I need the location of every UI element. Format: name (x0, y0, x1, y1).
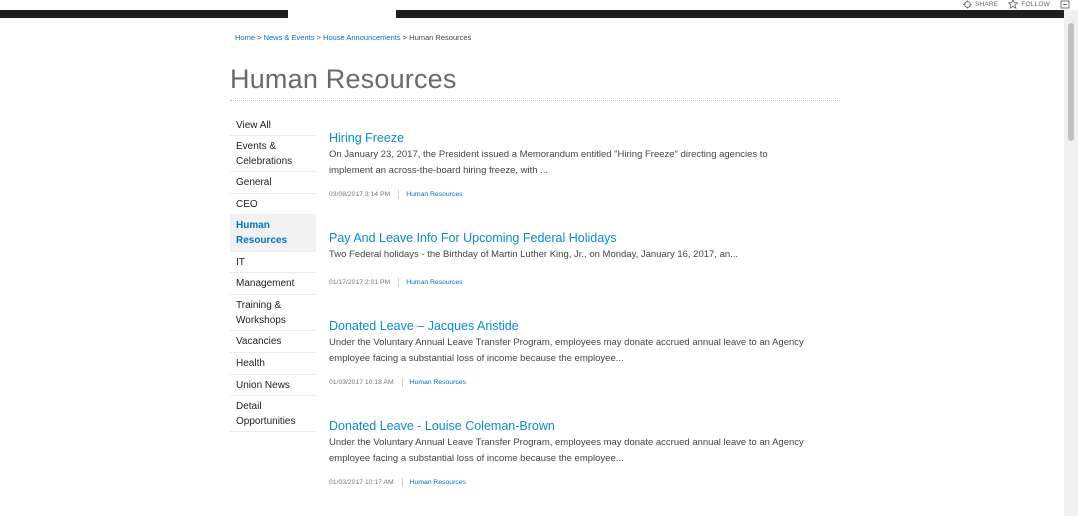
breadcrumb-home[interactable]: Home (235, 33, 255, 42)
post-category-link[interactable]: Human Resources (410, 379, 466, 386)
breadcrumb-separator: > (402, 33, 408, 42)
post-meta: 03/08/2017 3:14 PM Human Resources (329, 190, 463, 199)
post-date: 01/03/2017 10:18 AM (329, 379, 394, 386)
follow-label: FOLLOW (1021, 0, 1050, 8)
nav-item-union-news[interactable]: Union News (230, 375, 316, 396)
title-divider (230, 100, 840, 101)
post-excerpt: Under the Voluntary Annual Leave Transfe… (329, 437, 804, 464)
post-category-link[interactable]: Human Resources (410, 479, 466, 486)
post-category-link[interactable]: Human Resources (406, 279, 462, 286)
nav-item-general[interactable]: General (230, 172, 316, 194)
breadcrumb-separator: > (316, 33, 321, 42)
post-excerpt: Under the Voluntary Annual Leave Transfe… (329, 337, 804, 364)
post-meta: 01/03/2017 10:18 AM Human Resources (329, 378, 466, 387)
nav-item-events-celebrations[interactable]: Events & Celebrations (230, 136, 316, 172)
post-title-link[interactable]: Donated Leave – Jacques Aristide (329, 319, 809, 333)
post-item: Pay And Leave Info For Upcoming Federal … (329, 231, 809, 287)
suite-actions: SHARE FOLLOW (963, 0, 1070, 9)
post-item: Donated Leave - Louise Coleman-Brown Und… (329, 419, 809, 487)
breadcrumb-separator: > (257, 33, 262, 42)
star-icon (1008, 0, 1019, 9)
post-meta: 01/03/2017 10:17 AM Human Resources (329, 478, 466, 487)
focus-button[interactable] (1060, 0, 1070, 9)
scrollbar-thumb[interactable] (1068, 23, 1074, 141)
nav-item-view-all[interactable]: View All (230, 115, 316, 136)
post-date: 01/17/2017 2:01 PM (329, 279, 391, 286)
nav-item-health[interactable]: Health (230, 353, 316, 375)
post-excerpt: On January 23, 2017, the President issue… (329, 149, 768, 176)
breadcrumb-current: Human Resources (409, 33, 472, 42)
nav-item-detail-opportunities[interactable]: Detail Opportunities (230, 396, 316, 432)
meta-divider (401, 378, 403, 387)
breadcrumb: Home > News & Events > House Announcemen… (235, 33, 471, 42)
global-nav-bar (0, 10, 1064, 18)
share-button[interactable]: SHARE (963, 0, 998, 9)
post-title-link[interactable]: Donated Leave - Louise Coleman-Brown (329, 419, 809, 433)
meta-divider (401, 478, 403, 487)
active-nav-tab[interactable] (288, 10, 396, 18)
post-date: 03/08/2017 3:14 PM (329, 191, 391, 198)
breadcrumb-news-events[interactable]: News & Events (264, 33, 315, 42)
meta-divider (398, 190, 400, 199)
post-category-link[interactable]: Human Resources (406, 191, 462, 198)
focus-icon (1060, 0, 1070, 9)
nav-item-it[interactable]: IT (230, 252, 316, 273)
meta-divider (398, 278, 400, 287)
nav-item-vacancies[interactable]: Vacancies (230, 331, 316, 353)
suite-bar: SHARE FOLLOW (0, 0, 1078, 10)
share-icon (963, 0, 972, 9)
nav-item-ceo[interactable]: CEO (230, 194, 316, 215)
post-title-link[interactable]: Pay And Leave Info For Upcoming Federal … (329, 231, 809, 245)
breadcrumb-house-announcements[interactable]: House Announcements (323, 33, 401, 42)
nav-item-human-resources[interactable]: Human Resources (230, 215, 316, 252)
vertical-scrollbar[interactable] (1064, 10, 1078, 516)
page-title: Human Resources (230, 64, 457, 94)
follow-button[interactable]: FOLLOW (1008, 0, 1050, 9)
post-excerpt: Two Federal holidays - the Birthday of M… (329, 249, 739, 260)
share-label: SHARE (974, 0, 999, 8)
post-title-link[interactable]: Hiring Freeze (329, 131, 809, 145)
left-nav: View All Events & Celebrations General C… (230, 115, 316, 432)
post-item: Donated Leave – Jacques Aristide Under t… (329, 319, 809, 387)
nav-item-management[interactable]: Management (230, 273, 316, 295)
post-meta: 01/17/2017 2:01 PM Human Resources (329, 278, 463, 287)
nav-item-training-workshops[interactable]: Training & Workshops (230, 295, 316, 331)
post-item: Hiring Freeze On January 23, 2017, the P… (329, 131, 809, 199)
post-date: 01/03/2017 10:17 AM (329, 479, 394, 486)
